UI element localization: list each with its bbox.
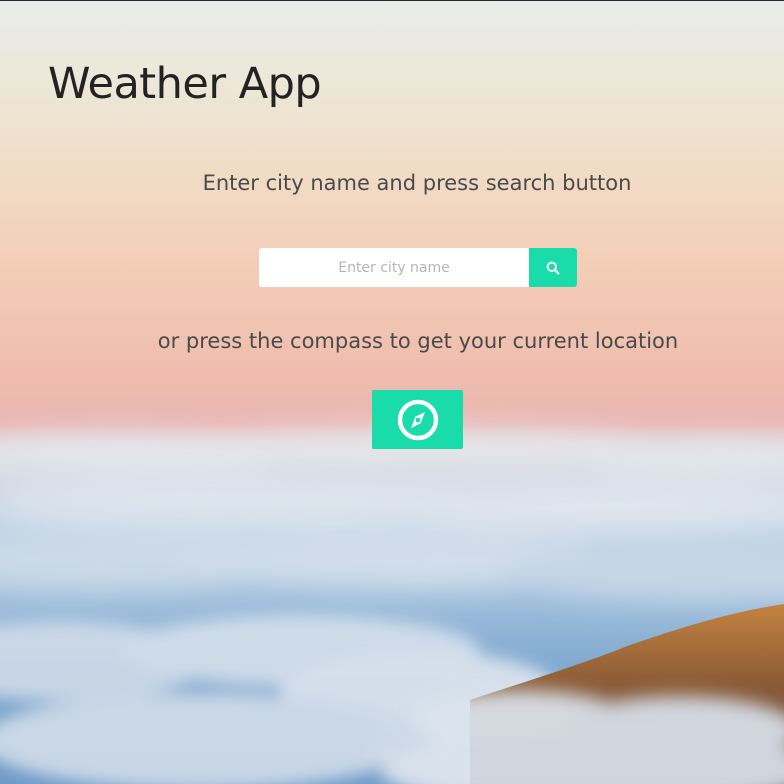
app-title: Weather App	[48, 59, 322, 109]
search-instruction: Enter city name and press search button	[202, 171, 632, 195]
current-location-button[interactable]	[372, 390, 463, 449]
city-search-input[interactable]	[259, 248, 529, 287]
compass-icon	[397, 399, 439, 441]
search-icon	[546, 261, 560, 275]
search-button[interactable]	[529, 248, 577, 287]
search-form	[259, 248, 577, 287]
location-instruction: or press the compass to get your current…	[157, 329, 679, 353]
